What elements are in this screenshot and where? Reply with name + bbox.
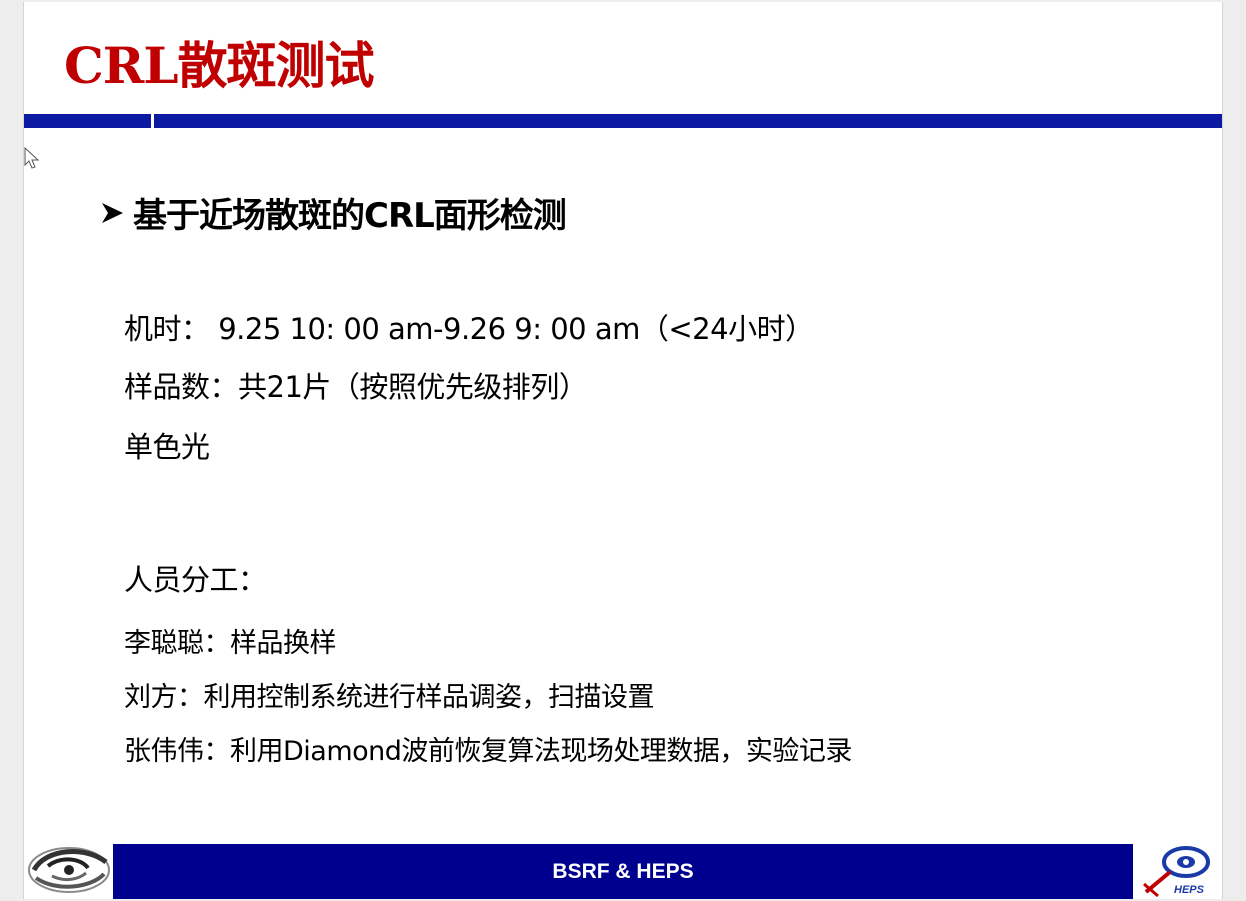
machine-time-line: 机时： 9.25 10: 00 am-9.26 9: 00 am（<24小时） — [124, 312, 814, 346]
footer-bar: BSRF & HEPS — [113, 844, 1133, 899]
slide: CRL散斑测试 基于近场散斑的CRL面形检测 机时： 9.25 10: 00 a… — [23, 2, 1223, 899]
sample-count-line: 样品数：共21片（按照优先级排列） — [124, 370, 588, 404]
staff-item: 刘方：利用控制系统进行样品调姿，扫描设置 — [124, 682, 655, 713]
ihep-swirl-logo-icon — [28, 847, 110, 893]
arrow-bullet-icon — [102, 202, 123, 223]
staff-heading: 人员分工： — [124, 563, 267, 597]
header-divider-gap — [151, 114, 154, 128]
header-divider-bar — [24, 114, 1222, 128]
heps-logo-text: HEPS — [1174, 884, 1204, 896]
section-heading: 基于近场散斑的CRL面形检测 — [99, 188, 567, 237]
mouse-pointer-icon — [24, 147, 40, 169]
footer-text: BSRF & HEPS — [552, 859, 694, 883]
staff-item: 张伟伟：利用Diamond波前恢复算法现场处理数据，实验记录 — [124, 736, 852, 767]
slide-title: CRL散斑测试 — [64, 36, 375, 95]
staff-item: 李聪聪：样品换样 — [124, 628, 337, 659]
heading-text: 基于近场散斑的CRL面形检测 — [133, 196, 567, 236]
light-type-line: 单色光 — [124, 430, 210, 464]
